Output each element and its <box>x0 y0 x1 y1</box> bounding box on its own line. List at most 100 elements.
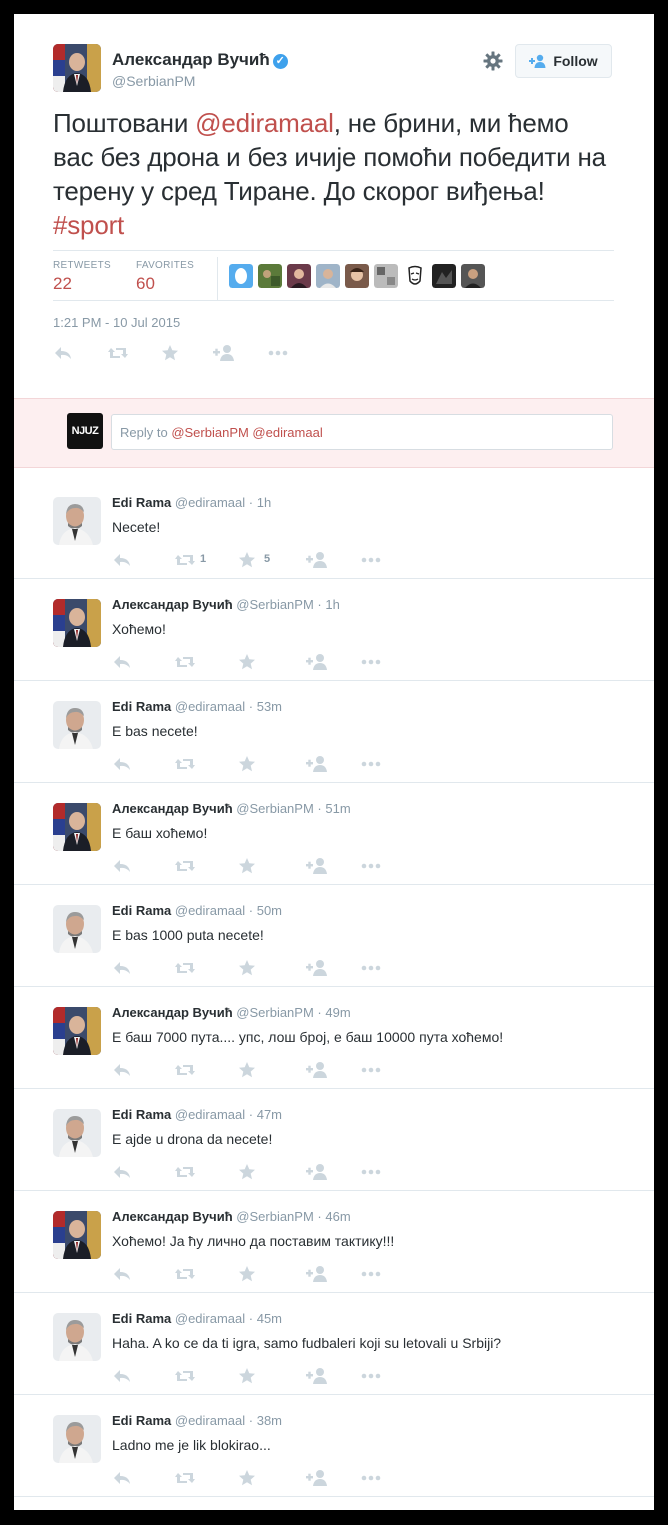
retweet-action[interactable] <box>174 653 238 671</box>
more-action[interactable] <box>360 1367 416 1385</box>
follow-button[interactable]: Follow <box>515 44 612 78</box>
favoriter-avatar[interactable] <box>229 264 253 288</box>
timestamp[interactable]: 1:21 PM - 10 Jul 2015 <box>53 315 180 330</box>
reply-avatar[interactable] <box>53 1211 101 1259</box>
reply-action[interactable] <box>112 1163 174 1181</box>
reply-author-name[interactable]: Александар Вучић <box>112 597 233 612</box>
favoriter-avatar[interactable] <box>258 264 282 288</box>
reply-time[interactable]: 49m <box>325 1005 350 1020</box>
more-action[interactable] <box>360 1061 416 1079</box>
reply-time[interactable]: 53m <box>257 699 282 714</box>
reply-author-name[interactable]: Александар Вучић <box>112 1005 233 1020</box>
reply-avatar[interactable] <box>53 1415 101 1463</box>
reply-avatar[interactable] <box>53 497 101 545</box>
reply-avatar[interactable] <box>53 905 101 953</box>
reply-author-name[interactable]: Edi Rama <box>112 495 171 510</box>
reply-avatar[interactable] <box>53 803 101 851</box>
favorite-action[interactable] <box>238 1061 306 1079</box>
reply-author-name[interactable]: Edi Rama <box>112 903 171 918</box>
retweet-action[interactable] <box>174 755 238 773</box>
reply-avatar[interactable] <box>53 599 101 647</box>
reply-action[interactable] <box>112 1367 174 1385</box>
more-action[interactable] <box>360 1265 416 1283</box>
author-name[interactable]: Александар Вучић ✓ <box>112 50 288 70</box>
retweet-action[interactable] <box>174 1163 238 1181</box>
favoriter-avatar[interactable] <box>316 264 340 288</box>
follow-action[interactable] <box>306 1367 360 1385</box>
reply-tweet[interactable]: Edi Rama @ediramaal · 1h Necete! 1 5 <box>14 477 654 579</box>
more-action[interactable] <box>360 1469 416 1487</box>
reply-author-handle[interactable]: @SerbianPM <box>236 1005 314 1020</box>
follow-action[interactable] <box>306 1469 360 1487</box>
reply-author-handle[interactable]: @SerbianPM <box>236 597 314 612</box>
reply-action[interactable] <box>112 1265 174 1283</box>
reply-tweet[interactable]: Edi Rama @ediramaal · 50m E bas 1000 put… <box>14 885 654 987</box>
follow-action[interactable] <box>306 551 360 569</box>
more-action[interactable] <box>267 344 323 362</box>
reply-avatar[interactable] <box>53 1109 101 1157</box>
reply-time[interactable]: 50m <box>257 903 282 918</box>
more-action[interactable] <box>360 857 416 875</box>
reply-author-name[interactable]: Александар Вучић <box>112 1209 233 1224</box>
favoriter-avatar[interactable] <box>432 264 456 288</box>
reply-action[interactable] <box>112 857 174 875</box>
reply-tweet[interactable]: Edi Rama @ediramaal · 45m Haha. A ko ce … <box>14 1293 654 1395</box>
favorites-count[interactable]: 60 <box>136 274 155 294</box>
reply-tweet[interactable]: Александар Вучић @SerbianPM · 51m Е баш … <box>14 783 654 885</box>
mask-avatar[interactable] <box>403 264 427 288</box>
reply-author-handle[interactable]: @ediramaal <box>175 495 245 510</box>
reply-author-handle[interactable]: @ediramaal <box>175 1107 245 1122</box>
favorite-action[interactable] <box>238 1469 306 1487</box>
reply-tweet[interactable]: Edi Rama @ediramaal · 47m E ajde u drona… <box>14 1089 654 1191</box>
reply-tweet[interactable]: Edi Rama @ediramaal · 53m E bas necete! <box>14 681 654 783</box>
favorite-action[interactable] <box>238 1265 306 1283</box>
gear-icon[interactable] <box>482 50 504 72</box>
reply-author-handle[interactable]: @SerbianPM <box>236 801 314 816</box>
retweet-action[interactable] <box>174 959 238 977</box>
author-handle[interactable]: @SerbianPM <box>112 73 195 89</box>
reply-action[interactable] <box>112 959 174 977</box>
retweet-action[interactable] <box>174 857 238 875</box>
favoriter-avatar[interactable] <box>345 264 369 288</box>
favorite-action[interactable] <box>238 653 306 671</box>
reply-action[interactable] <box>112 653 174 671</box>
reply-author-name[interactable]: Edi Rama <box>112 699 171 714</box>
favorite-action[interactable] <box>238 1163 306 1181</box>
favoriter-avatar[interactable] <box>374 264 398 288</box>
favoriter-avatar[interactable] <box>287 264 311 288</box>
reply-author-name[interactable]: Edi Rama <box>112 1311 171 1326</box>
follow-action[interactable] <box>306 653 360 671</box>
reply-author-handle[interactable]: @ediramaal <box>175 1413 245 1428</box>
favoriter-avatar[interactable] <box>461 264 485 288</box>
favorite-action[interactable] <box>238 1367 306 1385</box>
follow-action[interactable] <box>213 344 267 362</box>
reply-tweet[interactable]: Александар Вучић @SerbianPM · 46m Хоћемо… <box>14 1191 654 1293</box>
retweet-action[interactable] <box>174 1265 238 1283</box>
follow-action[interactable] <box>306 1061 360 1079</box>
more-action[interactable] <box>360 755 416 773</box>
follow-action[interactable] <box>306 1163 360 1181</box>
reply-avatar[interactable] <box>53 701 101 749</box>
reply-avatar[interactable] <box>53 1313 101 1361</box>
favorite-action[interactable] <box>161 344 213 362</box>
favorite-action[interactable] <box>238 959 306 977</box>
reply-tweet[interactable]: Edi Rama @ediramaal · 38m Ladno me je li… <box>14 1395 654 1497</box>
reply-action[interactable] <box>53 344 107 362</box>
reply-time[interactable]: 46m <box>325 1209 350 1224</box>
reply-author-handle[interactable]: @ediramaal <box>175 699 245 714</box>
retweet-action[interactable] <box>107 344 161 362</box>
reply-action[interactable] <box>112 755 174 773</box>
reply-time[interactable]: 47m <box>257 1107 282 1122</box>
reply-tweet[interactable]: Александар Вучић @SerbianPM · 1h Хоћемо! <box>14 579 654 681</box>
reply-author-handle[interactable]: @ediramaal <box>175 903 245 918</box>
reply-time[interactable]: 51m <box>325 801 350 816</box>
more-action[interactable] <box>360 959 416 977</box>
follow-action[interactable] <box>306 857 360 875</box>
reply-author-name[interactable]: Александар Вучић <box>112 801 233 816</box>
follow-action[interactable] <box>306 959 360 977</box>
mention-link[interactable]: @ediramaal <box>195 108 334 138</box>
more-action[interactable] <box>360 551 416 569</box>
follow-action[interactable] <box>306 755 360 773</box>
reply-input[interactable]: Reply to @SerbianPM @ediramaal <box>111 414 613 450</box>
retweets-count[interactable]: 22 <box>53 274 72 294</box>
